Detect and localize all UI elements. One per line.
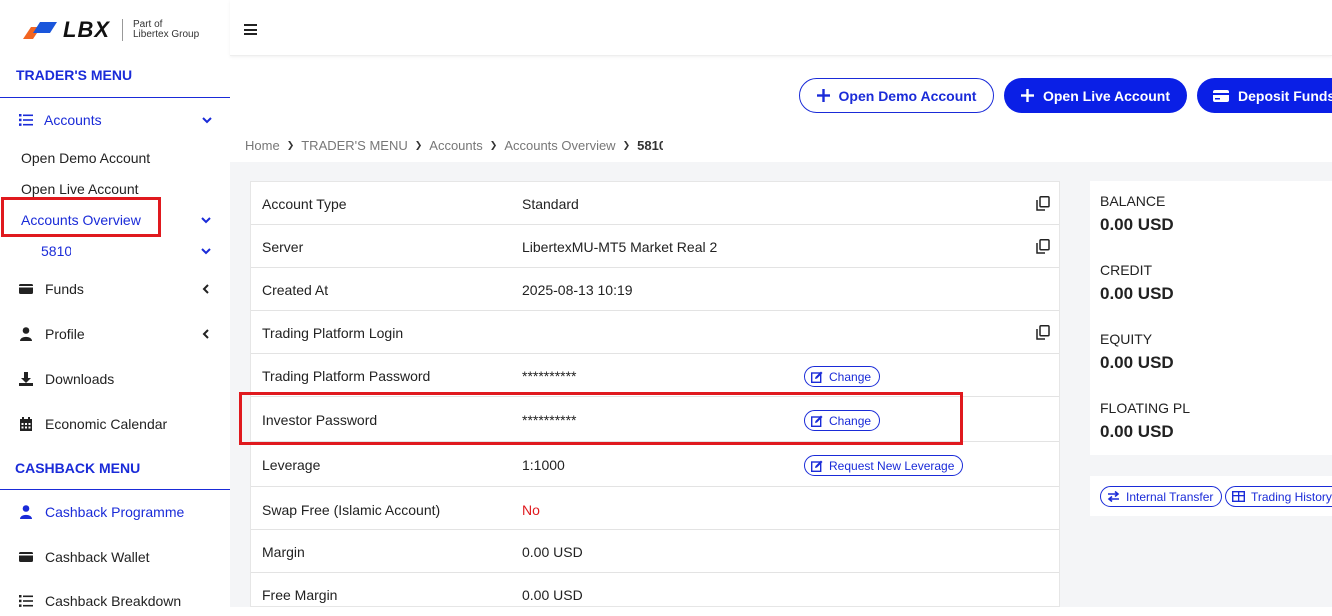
breadcrumb-account-number: 5810 [637, 138, 664, 153]
list-icon [18, 112, 34, 128]
chevron-left-icon [202, 284, 209, 294]
breadcrumb-home[interactable]: Home [245, 138, 280, 153]
wallet-icon [18, 281, 34, 297]
top-bar [230, 0, 1332, 56]
sidebar-subitem-open-demo[interactable]: Open Demo Account [21, 150, 150, 166]
table-row-server: Server LibertexMU-MT5 Market Real 2 [251, 225, 1059, 268]
chevron-down-icon[interactable] [200, 214, 212, 226]
chevron-down-icon[interactable] [200, 245, 212, 257]
sidebar-item-label: Accounts [44, 112, 102, 128]
user-icon [18, 326, 34, 342]
sidebar-item-label: Cashback Wallet [45, 549, 150, 565]
sidebar-item-label: Downloads [45, 371, 115, 387]
stat-value-floating-pl: 0.00 USD [1100, 422, 1174, 441]
divider [0, 489, 230, 490]
sidebar-item-cashback-breakdown[interactable]: Cashback Breakdown [0, 590, 230, 612]
table-row-created-at: Created At 2025-08-13 10:19 [251, 268, 1059, 311]
sidebar-item-downloads[interactable]: Downloads [0, 368, 230, 390]
trading-history-button[interactable]: Trading History [1225, 486, 1332, 507]
sidebar-item-economic-calendar[interactable]: Economic Calendar [0, 413, 230, 435]
stat-value-equity: 0.00 USD [1100, 353, 1174, 372]
sidebar-item-label: Economic Calendar [45, 416, 168, 432]
cashback-menu-heading: CASHBACK MENU [15, 460, 141, 476]
deposit-funds-button[interactable]: Deposit Funds [1197, 78, 1332, 113]
copy-icon[interactable] [1036, 239, 1050, 254]
stat-label-balance: BALANCE [1100, 193, 1166, 209]
sidebar-item-label: Cashback Programme [45, 504, 185, 520]
logo-mark-icon [23, 22, 57, 39]
breadcrumb: Home ❯ TRADER'S MENU ❯ Accounts ❯ Accoun… [245, 138, 663, 153]
stat-label-floating-pl: FLOATING PL [1100, 400, 1190, 416]
breadcrumb-accounts[interactable]: Accounts [429, 138, 482, 153]
divider [0, 97, 230, 98]
chevron-right-icon: ❯ [286, 140, 295, 150]
copy-icon[interactable] [1036, 325, 1050, 340]
chevron-left-icon [202, 329, 209, 339]
stat-value-balance: 0.00 USD [1100, 215, 1174, 234]
calendar-icon [18, 416, 34, 432]
highlight-box-accounts-overview [1, 197, 161, 237]
logo-wordmark: LBX [63, 17, 110, 42]
table-row-leverage: Leverage 1:1000 Request New Leverage [251, 442, 1059, 487]
table-row-account-type: Account Type Standard [251, 182, 1059, 225]
chevron-right-icon: ❯ [414, 140, 423, 150]
sidebar-item-profile[interactable]: Profile [0, 323, 230, 345]
table-row-margin: Margin 0.00 USD [251, 530, 1059, 573]
highlight-box-investor-password [239, 392, 963, 445]
wallet-icon [18, 549, 34, 565]
internal-transfer-button[interactable]: Internal Transfer [1100, 486, 1223, 507]
open-demo-account-button[interactable]: Open Demo Account [799, 78, 994, 113]
download-icon [18, 371, 34, 387]
traders-menu-heading: TRADER'S MENU [16, 67, 133, 83]
sidebar-item-cashback-wallet[interactable]: Cashback Wallet [0, 546, 230, 568]
plus-icon [1020, 89, 1034, 102]
open-live-account-button[interactable]: Open Live Account [1004, 78, 1187, 113]
transfer-icon [1107, 491, 1120, 502]
breadcrumb-accounts-overview[interactable]: Accounts Overview [504, 138, 615, 153]
table-icon [1232, 491, 1245, 502]
request-new-leverage-button[interactable]: Request New Leverage [804, 455, 964, 476]
credit-card-icon [1213, 89, 1229, 102]
sidebar-item-label: Profile [45, 326, 85, 342]
sidebar-subitem-open-live[interactable]: Open Live Account [21, 181, 139, 197]
logo-divider [122, 19, 123, 41]
hamburger-menu-icon[interactable] [244, 24, 257, 35]
chevron-down-icon [202, 117, 212, 124]
sidebar-item-accounts[interactable]: Accounts [0, 109, 230, 131]
user-icon [18, 504, 34, 520]
edit-icon [811, 460, 823, 472]
stat-label-credit: CREDIT [1100, 262, 1153, 278]
sidebar-item-label: Funds [45, 281, 84, 297]
change-platform-password-button[interactable]: Change [804, 366, 881, 387]
breadcrumb-traders-menu[interactable]: TRADER'S MENU [301, 138, 408, 153]
table-row-free-margin: Free Margin 0.00 USD [262, 587, 583, 603]
table-row-platform-password: Trading Platform Password ********** Cha… [251, 354, 1059, 397]
chevron-right-icon: ❯ [489, 140, 498, 150]
chevron-right-icon: ❯ [622, 140, 631, 150]
sidebar: LBX Part of Libertex Group TRADER'S MENU… [0, 0, 230, 609]
lbx-logo[interactable]: LBX Part of Libertex Group [23, 17, 200, 42]
sidebar-item-cashback-programme[interactable]: Cashback Programme [0, 501, 230, 523]
sidebar-subitem-account-number[interactable]: 5810 [41, 243, 71, 259]
stat-value-credit: 0.00 USD [1100, 284, 1174, 303]
logo-tagline: Part of Libertex Group [133, 19, 200, 40]
quick-links: Internal Transfer Trading History [1090, 476, 1332, 516]
copy-icon[interactable] [1036, 196, 1050, 211]
table-row-swap-free: Swap Free (Islamic Account) No [251, 487, 1059, 530]
stat-label-equity: EQUITY [1100, 331, 1153, 347]
account-stats-panel: BALANCE 0.00 USD CREDIT 0.00 USD EQUITY … [1090, 181, 1332, 455]
sidebar-item-funds[interactable]: Funds [0, 278, 230, 300]
table-row-platform-login: Trading Platform Login [251, 311, 1059, 354]
edit-icon [811, 371, 823, 383]
plus-icon [816, 89, 830, 102]
